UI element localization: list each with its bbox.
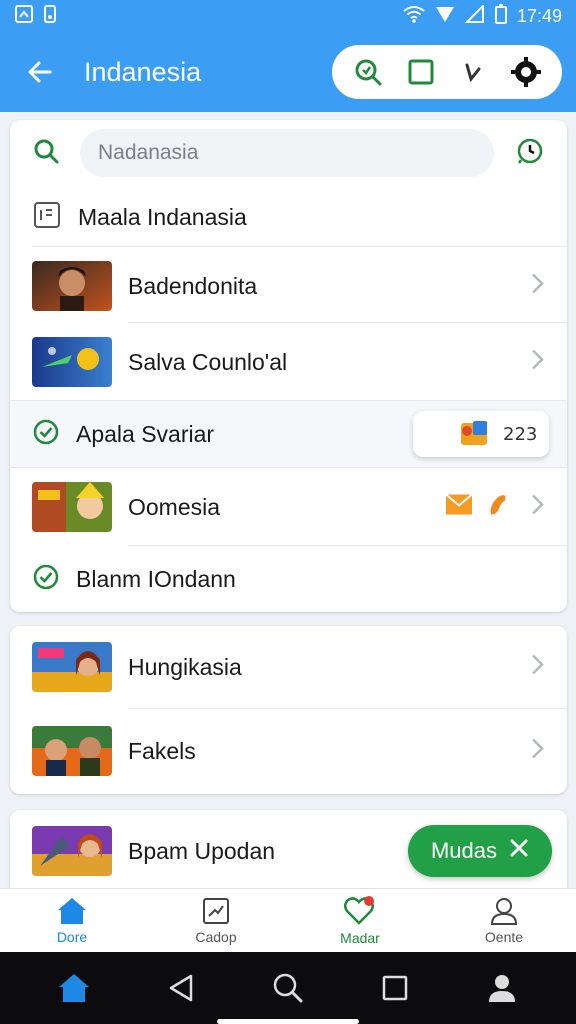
chevron-right-icon bbox=[529, 348, 545, 377]
chevron-right-icon bbox=[529, 493, 545, 522]
list-header-row[interactable]: Maala Indanasia bbox=[10, 186, 567, 248]
home-icon bbox=[58, 898, 86, 924]
main-list-card: Maala Indanasia Badendonita Salva Counlo… bbox=[10, 120, 567, 612]
profile-icon bbox=[490, 898, 518, 925]
check-circle-icon bbox=[32, 563, 60, 596]
mudas-action-button[interactable]: Mudas bbox=[408, 825, 552, 877]
reward-chip[interactable]: 223 bbox=[413, 411, 549, 457]
puzzle-icon bbox=[457, 417, 493, 456]
nav-item-cadop[interactable]: Cadop bbox=[144, 889, 288, 952]
cell-signal-icon bbox=[464, 3, 485, 28]
system-home-button[interactable] bbox=[50, 964, 98, 1012]
nav-label: Dore bbox=[56, 929, 88, 945]
system-profile-button[interactable] bbox=[478, 964, 526, 1012]
notification-icon bbox=[14, 4, 34, 29]
fab-label: Mudas bbox=[430, 838, 498, 863]
list-item-label: Hungikasia bbox=[128, 653, 242, 680]
app-bar: Indanesia bbox=[0, 32, 576, 112]
chip-count: 223 bbox=[503, 423, 538, 445]
game-thumbnail bbox=[32, 726, 112, 776]
back-arrow-icon bbox=[28, 61, 52, 83]
game-thumbnail bbox=[32, 642, 112, 692]
search-icon bbox=[32, 137, 60, 170]
check-circle-icon bbox=[32, 418, 60, 451]
search-input[interactable] bbox=[80, 129, 494, 177]
square-icon bbox=[408, 59, 434, 85]
list-item[interactable]: Badendonita bbox=[10, 248, 567, 324]
gear-icon bbox=[510, 57, 541, 87]
signal-icon bbox=[435, 5, 455, 28]
nav-label: Oente bbox=[484, 929, 524, 945]
battery-icon bbox=[494, 3, 507, 29]
nav-item-madar[interactable]: Madar bbox=[288, 889, 432, 952]
mail-icon bbox=[445, 493, 473, 521]
list-item[interactable]: Salva Counlo'al bbox=[10, 324, 567, 400]
item-badges bbox=[445, 493, 509, 522]
check-button[interactable] bbox=[453, 52, 493, 92]
list-item-label: Oomesia bbox=[128, 493, 221, 520]
zoom-search-icon bbox=[355, 59, 382, 86]
list-header-label: Maala Indanasia bbox=[78, 203, 247, 230]
system-search-button[interactable] bbox=[264, 964, 312, 1012]
close-icon bbox=[509, 838, 529, 864]
nav-item-oente[interactable]: Oente bbox=[432, 889, 576, 952]
nav-label: Madar bbox=[340, 930, 380, 946]
back-button[interactable] bbox=[20, 52, 60, 92]
search-icon bbox=[273, 973, 303, 1003]
square-button[interactable] bbox=[401, 52, 441, 92]
list-item[interactable]: Fakels bbox=[10, 710, 567, 792]
chevron-right-icon bbox=[529, 737, 545, 766]
bottom-navigation: Dore Cadop Madar Oente bbox=[0, 888, 576, 952]
list-item-label: Badendonita bbox=[128, 272, 258, 299]
list-item[interactable]: Hungikasia bbox=[10, 626, 567, 708]
status-bar: 17:49 bbox=[0, 0, 576, 32]
action-toolbar bbox=[332, 45, 562, 99]
home-indicator[interactable] bbox=[217, 1019, 359, 1024]
system-navigation-bar bbox=[0, 952, 576, 1024]
flame-icon bbox=[487, 493, 509, 522]
game-thumbnail bbox=[32, 337, 112, 387]
page-title: Indanesia bbox=[84, 56, 202, 87]
square-icon bbox=[382, 975, 408, 1001]
history-icon[interactable] bbox=[515, 136, 545, 171]
system-back-button[interactable] bbox=[157, 964, 205, 1012]
nav-item-home[interactable]: Dore bbox=[0, 889, 144, 952]
calendar-icon bbox=[32, 200, 62, 235]
chevron-right-icon bbox=[529, 653, 545, 682]
app-notification-icon bbox=[42, 4, 58, 29]
home-icon bbox=[58, 974, 89, 1002]
secondary-list-card: Hungikasia Fakels bbox=[10, 626, 567, 794]
list-item-label: Blanm IOndann bbox=[76, 565, 236, 592]
search-bar bbox=[10, 120, 567, 186]
wifi-icon bbox=[403, 5, 425, 28]
list-item-label: Bpam Upodan bbox=[128, 837, 276, 864]
back-triangle-icon bbox=[169, 974, 193, 1002]
game-thumbnail bbox=[32, 826, 112, 876]
list-item-selected[interactable]: Apala Svariar 223 bbox=[10, 400, 567, 468]
list-item[interactable]: Blanm IOndann bbox=[10, 546, 567, 612]
zoom-search-button[interactable] bbox=[348, 52, 388, 92]
settings-button[interactable] bbox=[506, 52, 546, 92]
chevron-right-icon bbox=[529, 272, 545, 301]
game-thumbnail bbox=[32, 482, 112, 532]
list-item-label: Fakels bbox=[128, 737, 196, 764]
list-item-label: Apala Svariar bbox=[76, 420, 215, 447]
status-time: 17:49 bbox=[516, 5, 562, 26]
chart-frame-icon bbox=[203, 898, 229, 924]
system-recents-button[interactable] bbox=[371, 964, 419, 1012]
list-item[interactable]: Oomesia bbox=[10, 468, 567, 546]
check-icon bbox=[465, 63, 481, 83]
list-item-label: Salva Counlo'al bbox=[128, 348, 288, 375]
profile-icon bbox=[489, 975, 516, 1002]
heart-notification-icon bbox=[344, 896, 374, 925]
game-thumbnail bbox=[32, 261, 112, 311]
nav-label: Cadop bbox=[195, 929, 237, 945]
